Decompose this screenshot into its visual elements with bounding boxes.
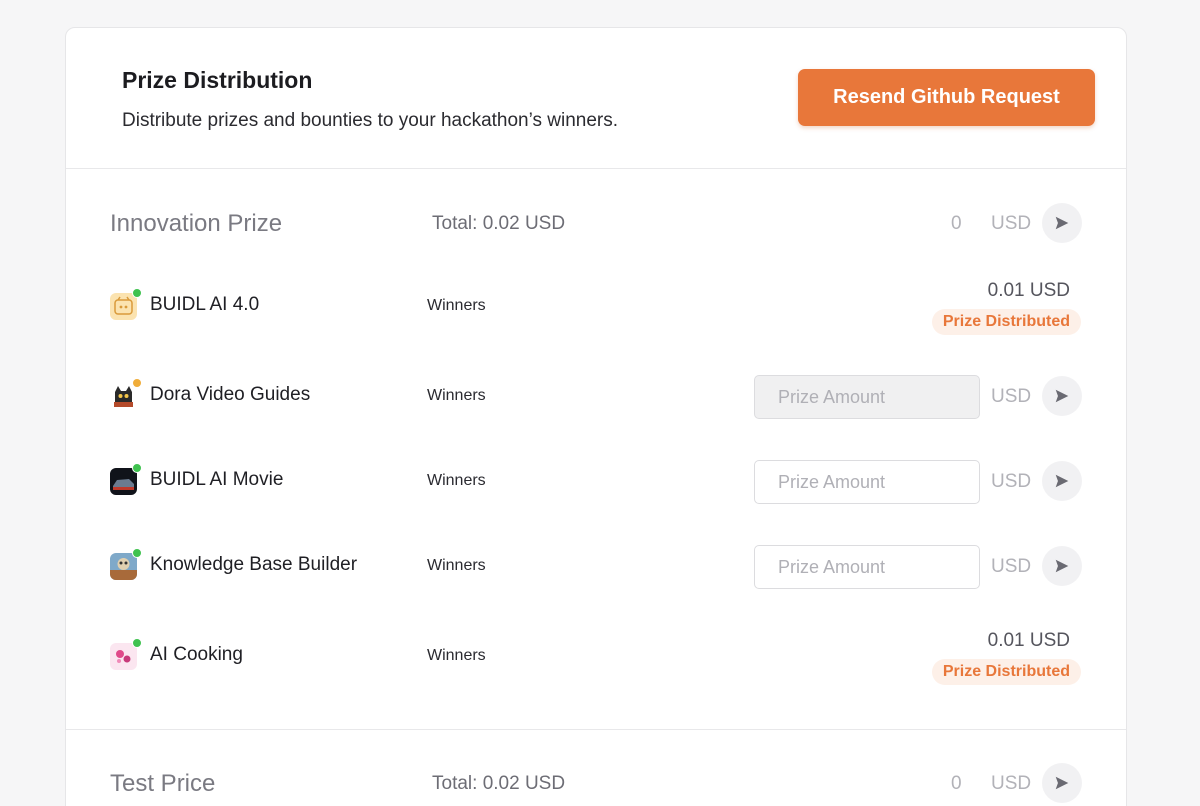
team-name: Knowledge Base Builder xyxy=(150,554,358,575)
cooking-logo-icon xyxy=(110,643,137,670)
prize-section-test: Test Price Total: 0.02 USD 0 USD xyxy=(66,730,1126,806)
distributed-amount: 0.01 USD xyxy=(987,280,1070,301)
prize-section-innovation: Innovation Prize Total: 0.02 USD 0 USD B… xyxy=(66,169,1126,730)
team-name: BUIDL AI 4.0 xyxy=(150,294,260,315)
send-icon xyxy=(1055,216,1069,230)
page-title: Prize Distribution xyxy=(122,67,313,93)
prize-title: Innovation Prize xyxy=(110,210,283,237)
team-name: AI Cooking xyxy=(150,644,243,665)
movie-car-logo-icon xyxy=(110,468,137,495)
online-status-dot xyxy=(132,548,142,558)
team-row: BUIDL AI 4.0 Winners 0.01 USD Prize Dist… xyxy=(66,280,1126,335)
online-status-dot xyxy=(132,288,142,298)
team-role: Winners xyxy=(427,557,486,574)
prize-amount-input[interactable] xyxy=(754,460,980,504)
send-prize-button[interactable] xyxy=(1042,376,1082,416)
send-prize-button[interactable] xyxy=(1042,461,1082,501)
team-avatar xyxy=(110,288,142,320)
send-icon xyxy=(1055,389,1069,403)
online-status-dot xyxy=(132,638,142,648)
resend-github-request-button[interactable]: Resend Github Request xyxy=(798,69,1095,126)
send-icon xyxy=(1055,776,1069,790)
prize-distributed-badge: Prize Distributed xyxy=(931,309,1081,335)
team-role: Winners xyxy=(427,647,486,664)
page-subtitle: Distribute prizes and bounties to your h… xyxy=(122,110,619,131)
buidl-ai-logo-icon xyxy=(110,293,137,320)
prize-amount-input[interactable] xyxy=(754,375,980,419)
team-row: BUIDL AI Movie Winners USD xyxy=(66,456,1126,506)
send-all-button[interactable] xyxy=(1042,763,1082,803)
currency-label: USD xyxy=(991,471,1032,492)
team-row: Dora Video Guides Winners USD xyxy=(66,371,1126,421)
team-avatar xyxy=(110,463,142,495)
dora-cat-logo-icon xyxy=(110,383,137,410)
prize-header-amount: 0 xyxy=(951,773,962,794)
prize-total: Total: 0.02 USD xyxy=(432,213,566,234)
online-status-dot xyxy=(132,463,142,473)
robot-builder-logo-icon xyxy=(110,553,137,580)
team-name: Dora Video Guides xyxy=(150,384,311,405)
prize-header-amount: 0 xyxy=(951,213,962,234)
away-status-dot xyxy=(132,378,142,388)
team-role: Winners xyxy=(427,387,486,404)
currency-label: USD xyxy=(991,556,1032,577)
send-icon xyxy=(1055,559,1069,573)
team-avatar xyxy=(110,638,142,670)
prize-distributed-badge: Prize Distributed xyxy=(931,659,1081,685)
currency-label: USD xyxy=(991,386,1032,407)
send-prize-button[interactable] xyxy=(1042,546,1082,586)
send-all-button[interactable] xyxy=(1042,203,1082,243)
prize-header-currency: USD xyxy=(991,773,1032,794)
team-row: Knowledge Base Builder Winners USD xyxy=(66,541,1126,591)
prize-header-currency: USD xyxy=(991,213,1032,234)
team-role: Winners xyxy=(427,297,486,314)
team-row: AI Cooking Winners 0.01 USD Prize Distri… xyxy=(66,630,1126,685)
prize-title: Test Price xyxy=(110,770,216,797)
prize-total: Total: 0.02 USD xyxy=(432,773,566,794)
prize-distribution-card: Prize Distribution Distribute prizes and… xyxy=(65,27,1127,806)
team-name: BUIDL AI Movie xyxy=(150,469,284,490)
team-role: Winners xyxy=(427,472,486,489)
send-icon xyxy=(1055,474,1069,488)
team-avatar xyxy=(110,548,142,580)
prize-amount-input[interactable] xyxy=(754,545,980,589)
distributed-amount: 0.01 USD xyxy=(987,630,1070,651)
card-header: Prize Distribution Distribute prizes and… xyxy=(66,28,1126,169)
team-avatar xyxy=(110,378,142,410)
